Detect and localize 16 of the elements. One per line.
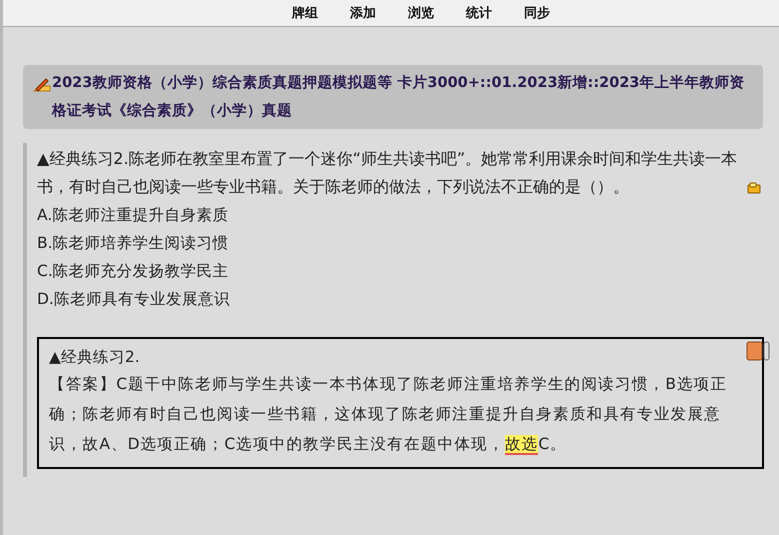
- answer-option: C.陈老师充分发扬教学民主: [37, 257, 763, 285]
- menu-item[interactable]: 牌组: [290, 4, 320, 22]
- answer-text: 【答案】C题干中陈老师与学生共读一本书体现了陈老师注重培养学生的阅读习惯，B选项正确；陈老师有时自己也阅读一些书籍，这体现了陈老师注重提升自身素质和具有专业发展意识，故A、D选项正确；C选项中的教学民主没有在题中体现，故选C。: [49, 374, 728, 457]
- deck-title: 2023教师资格（小学）综合素质真题押题模拟题等 卡片3000+::01.2023新增::2023年上半年教师资格证考试《综合素质》（小学）真题: [52, 74, 746, 121]
- book-icon: [746, 341, 770, 361]
- menu-item[interactable]: 浏览: [406, 4, 436, 22]
- question-text: ▲经典练习2.陈老师在教室里布置了一个迷你“师生共读书吧”。她常常利用课余时间和学生共读一本书，有时自己也阅读一些专业书籍。关于陈老师的做法，下列说法不正确的是（）。: [37, 148, 738, 198]
- note-icon: [747, 182, 761, 194]
- menu-item[interactable]: 添加: [348, 4, 378, 22]
- answer-option: A.陈老师注重提升自身素质: [37, 201, 763, 229]
- answer-option: D.陈老师具有专业发展意识: [37, 285, 763, 313]
- menu-item[interactable]: 同步: [522, 4, 552, 22]
- menu-item[interactable]: 统计: [464, 4, 494, 22]
- answer-option: B.陈老师培养学生阅读习惯: [37, 229, 763, 257]
- pencil-icon: [33, 76, 51, 92]
- answer-heading: ▲经典练习2.: [49, 347, 141, 368]
